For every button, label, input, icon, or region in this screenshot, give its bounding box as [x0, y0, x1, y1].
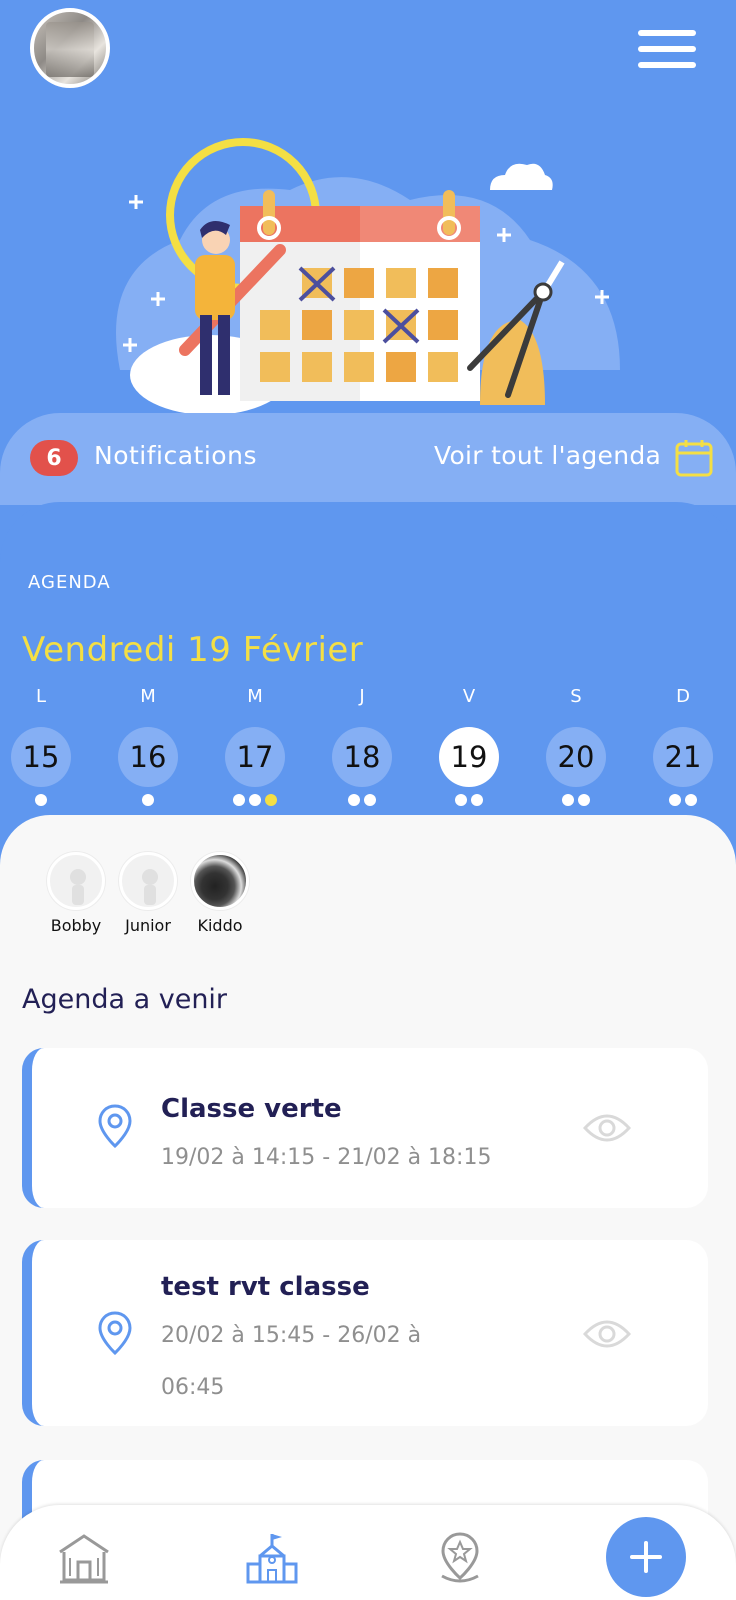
child-name: Bobby — [50, 916, 102, 935]
location-pin-icon — [98, 1104, 132, 1149]
hamburger-menu-icon[interactable] — [638, 30, 696, 68]
day-letter: J — [359, 686, 365, 707]
day-letter: V — [462, 686, 476, 707]
event-dots — [225, 794, 285, 806]
selected-date-title: Vendredi 19 Février — [22, 630, 364, 670]
child-avatar — [119, 852, 177, 910]
child-name: Junior — [125, 916, 171, 935]
event-dots — [332, 794, 392, 806]
child-avatar — [47, 852, 105, 910]
event-dot — [364, 794, 376, 806]
location-pin-icon — [98, 1311, 132, 1356]
upcoming-title: Agenda a venir — [22, 984, 228, 1015]
day-button[interactable]: 17 — [225, 727, 285, 787]
home-icon[interactable] — [56, 1530, 112, 1586]
event-dot — [669, 794, 681, 806]
child-selector-item[interactable]: Junior — [118, 852, 178, 935]
day-selected[interactable]: 19 — [439, 727, 499, 787]
event-dots — [439, 794, 499, 806]
calendar-icon[interactable] — [674, 438, 714, 478]
calendar-illustration — [116, 138, 620, 415]
event-dots — [11, 794, 71, 806]
event-time: 20/02 à 15:45 - 26/02 à 06:45 — [161, 1323, 422, 1400]
event-dot — [142, 794, 154, 806]
event-time: 19/02 à 14:15 - 21/02 à 18:15 — [161, 1145, 492, 1170]
day-letter: D — [676, 686, 690, 707]
eye-icon[interactable] — [583, 1110, 631, 1146]
day-button[interactable]: 18 — [332, 727, 392, 787]
child-selector-item[interactable]: Kiddo — [190, 852, 250, 935]
event-dot — [249, 794, 261, 806]
child-selector-item[interactable]: Bobby — [46, 852, 106, 935]
event-dots — [653, 794, 713, 806]
event-dot — [265, 794, 277, 806]
child-name: Kiddo — [197, 916, 243, 935]
day-button[interactable]: 20 — [546, 727, 606, 787]
event-card[interactable]: test rvt classe 20/02 à 15:45 - 26/02 à … — [22, 1240, 708, 1426]
agenda-section-label: AGENDA — [28, 572, 111, 593]
event-dot — [348, 794, 360, 806]
day-button[interactable]: 15 — [11, 727, 71, 787]
day-letter: S — [570, 686, 582, 707]
event-dot — [562, 794, 574, 806]
event-dot — [35, 794, 47, 806]
notification-count-badge[interactable]: 6 — [30, 440, 78, 476]
profile-avatar[interactable] — [30, 8, 110, 88]
day-letter: M — [140, 686, 156, 707]
school-icon[interactable] — [244, 1530, 300, 1586]
day-button[interactable]: 21 — [653, 727, 713, 787]
eye-icon[interactable] — [583, 1316, 631, 1352]
notifications-link[interactable]: Notifications — [94, 441, 257, 470]
event-title: Classe verte — [161, 1094, 342, 1124]
event-dot — [233, 794, 245, 806]
location-star-icon[interactable] — [432, 1530, 488, 1586]
event-title: test rvt classe — [161, 1272, 370, 1302]
day-button[interactable]: 16 — [118, 727, 178, 787]
add-button[interactable] — [606, 1517, 686, 1597]
event-card[interactable]: Classe verte 19/02 à 14:15 - 21/02 à 18:… — [22, 1048, 708, 1208]
event-dots — [546, 794, 606, 806]
child-avatar — [191, 852, 249, 910]
event-dot — [455, 794, 467, 806]
day-letter: M — [247, 686, 263, 707]
event-dot — [471, 794, 483, 806]
day-letter: L — [35, 686, 47, 707]
event-dots — [118, 794, 178, 806]
event-dot — [578, 794, 590, 806]
see-all-agenda-link[interactable]: Voir tout l'agenda — [434, 441, 661, 470]
add-icon — [630, 1541, 662, 1573]
event-dot — [685, 794, 697, 806]
